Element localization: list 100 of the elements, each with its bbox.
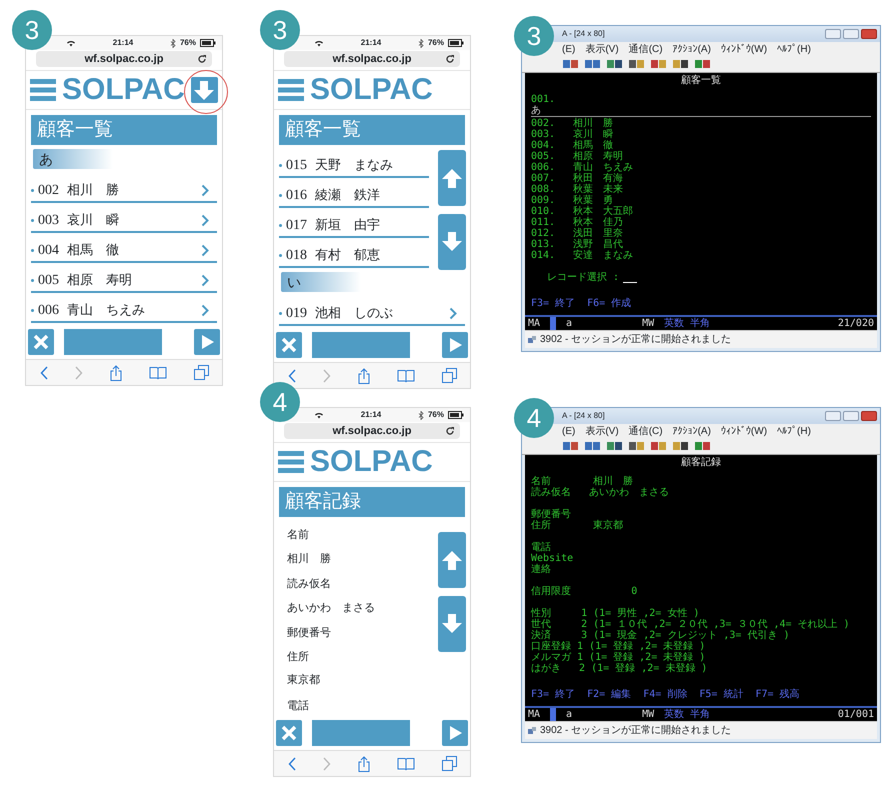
record-number: 003 xyxy=(38,212,59,230)
close-button[interactable] xyxy=(28,329,54,355)
session-indicator: MA xyxy=(528,708,540,721)
download-button[interactable] xyxy=(190,77,218,103)
toolbar-icon[interactable] xyxy=(606,58,624,70)
reload-icon[interactable] xyxy=(197,54,207,64)
status-time: 21:14 xyxy=(360,409,382,421)
record-prompt: レコード選択 : xyxy=(547,272,620,283)
toolbar-icon[interactable] xyxy=(672,440,690,452)
close-button[interactable] xyxy=(276,332,302,358)
list-row[interactable]: 018 有村 郁恵 xyxy=(279,238,429,268)
reload-icon[interactable] xyxy=(445,426,455,436)
tabs-icon[interactable] xyxy=(194,365,208,380)
field-label: 名前 xyxy=(286,528,310,543)
bluetooth-icon xyxy=(170,38,176,48)
list-row[interactable]: 017 新垣 由宇 xyxy=(279,208,429,238)
toolbar-icon[interactable] xyxy=(584,440,602,452)
back-icon[interactable] xyxy=(40,366,48,380)
minimize-button[interactable] xyxy=(825,29,841,39)
menu-item[interactable]: 通信(C) xyxy=(628,424,663,438)
screen-line: 決済 3 (1= 現金 ,2= クレジット ,3= 代引き ) xyxy=(531,630,790,641)
play-icon xyxy=(199,334,215,350)
address-bar[interactable]: wf.solpac.co.jp xyxy=(284,423,460,439)
tabs-icon[interactable] xyxy=(442,368,456,383)
toolbar-icon[interactable] xyxy=(562,58,580,70)
close-button[interactable] xyxy=(276,720,302,746)
book-icon[interactable] xyxy=(148,366,166,380)
play-button[interactable] xyxy=(442,332,468,358)
list-row[interactable]: 005 相原 寿明 xyxy=(31,263,217,293)
list-row[interactable]: 006 青山 ちえみ xyxy=(31,293,217,323)
play-button[interactable] xyxy=(194,329,220,355)
menu-icon[interactable] xyxy=(278,449,304,475)
device-indicator: MW xyxy=(642,317,654,330)
url-text: wf.solpac.co.jp xyxy=(332,424,412,439)
scroll-down-button[interactable] xyxy=(438,596,466,652)
menu-item[interactable]: ｱｸｼｮﾝ(A) xyxy=(672,424,711,438)
screen-line: 郵便番号 xyxy=(531,509,572,520)
menu-item[interactable]: (E) xyxy=(562,42,576,56)
menu-item[interactable]: ｳｨﾝﾄﾞｳ(W) xyxy=(720,42,768,56)
field-label: 住所 xyxy=(286,650,310,664)
list-row[interactable]: 004 相馬 徹 xyxy=(31,233,217,263)
reload-icon[interactable] xyxy=(445,54,455,64)
toolbar-icon[interactable] xyxy=(672,58,690,70)
share-icon[interactable] xyxy=(358,756,370,772)
battery-level: 76% xyxy=(428,409,444,421)
toolbar-icon[interactable] xyxy=(628,58,646,70)
list-row[interactable]: 016 綾瀬 鉄洋 xyxy=(279,178,429,208)
back-icon[interactable] xyxy=(288,756,296,770)
address-bar[interactable]: wf.solpac.co.jp xyxy=(36,51,212,67)
close-icon xyxy=(281,337,297,353)
menu-item[interactable]: (E) xyxy=(562,424,576,438)
minimize-button[interactable] xyxy=(825,411,841,421)
screen-line: 011. 秋本 佳乃 xyxy=(531,217,624,228)
field-label: 郵便番号 xyxy=(286,626,332,641)
bullet-icon xyxy=(279,254,282,256)
field-value: 相川 勝 xyxy=(286,552,332,566)
toolbar-icon[interactable] xyxy=(562,440,580,452)
share-icon[interactable] xyxy=(110,364,122,380)
menu-item[interactable]: 通信(C) xyxy=(628,42,663,56)
menu-item[interactable]: ﾍﾙﾌﾟ(H) xyxy=(777,42,811,56)
connection-icon xyxy=(527,334,537,344)
menu-icon[interactable] xyxy=(30,77,56,103)
section-header: あ xyxy=(33,149,113,169)
record-number: 019 xyxy=(286,304,307,322)
scroll-up-button[interactable] xyxy=(438,532,466,588)
menu-item[interactable]: ｱｸｼｮﾝ(A) xyxy=(672,42,711,56)
toolbar-icon[interactable] xyxy=(650,440,668,452)
menu-item[interactable]: 表示(V) xyxy=(585,42,619,56)
book-icon[interactable] xyxy=(396,756,414,770)
toolbar-icon[interactable] xyxy=(650,58,668,70)
step-badge: 4 xyxy=(260,382,300,422)
list-row[interactable]: 002 相川 勝 xyxy=(31,173,217,203)
tabs-icon[interactable] xyxy=(442,756,456,771)
menu-item[interactable]: ﾍﾙﾌﾟ(H) xyxy=(777,424,811,438)
toolbar-icon[interactable] xyxy=(628,440,646,452)
maximize-button[interactable] xyxy=(843,29,859,39)
back-icon[interactable] xyxy=(288,368,296,382)
bullet-icon xyxy=(31,218,34,222)
toolbar-icon[interactable] xyxy=(584,58,602,70)
menu-item[interactable]: 表示(V) xyxy=(585,424,619,438)
status-time: 21:14 xyxy=(360,37,382,49)
scroll-down-button[interactable] xyxy=(438,214,466,270)
list-row[interactable]: 019 池相 しのぶ xyxy=(279,296,465,326)
toolbar-icon[interactable] xyxy=(694,58,712,70)
share-icon[interactable] xyxy=(358,368,370,384)
record-number: 016 xyxy=(286,186,307,204)
maximize-button[interactable] xyxy=(843,411,859,421)
toolbar-icon[interactable] xyxy=(694,440,712,452)
url-text: wf.solpac.co.jp xyxy=(332,52,412,67)
address-bar[interactable]: wf.solpac.co.jp xyxy=(284,51,460,67)
play-button[interactable] xyxy=(442,720,468,746)
list-row[interactable]: 003 哀川 瞬 xyxy=(31,203,217,233)
list-row[interactable]: 015 天野 まなみ xyxy=(279,148,429,178)
battery-level: 76% xyxy=(428,37,444,49)
toolbar-icon[interactable] xyxy=(606,440,624,452)
menu-item[interactable]: ｳｨﾝﾄﾞｳ(W) xyxy=(720,424,768,438)
book-icon[interactable] xyxy=(396,368,414,382)
scroll-up-button[interactable] xyxy=(438,150,466,206)
menu-icon[interactable] xyxy=(278,77,304,103)
screen-line: 連絡 xyxy=(531,564,552,575)
